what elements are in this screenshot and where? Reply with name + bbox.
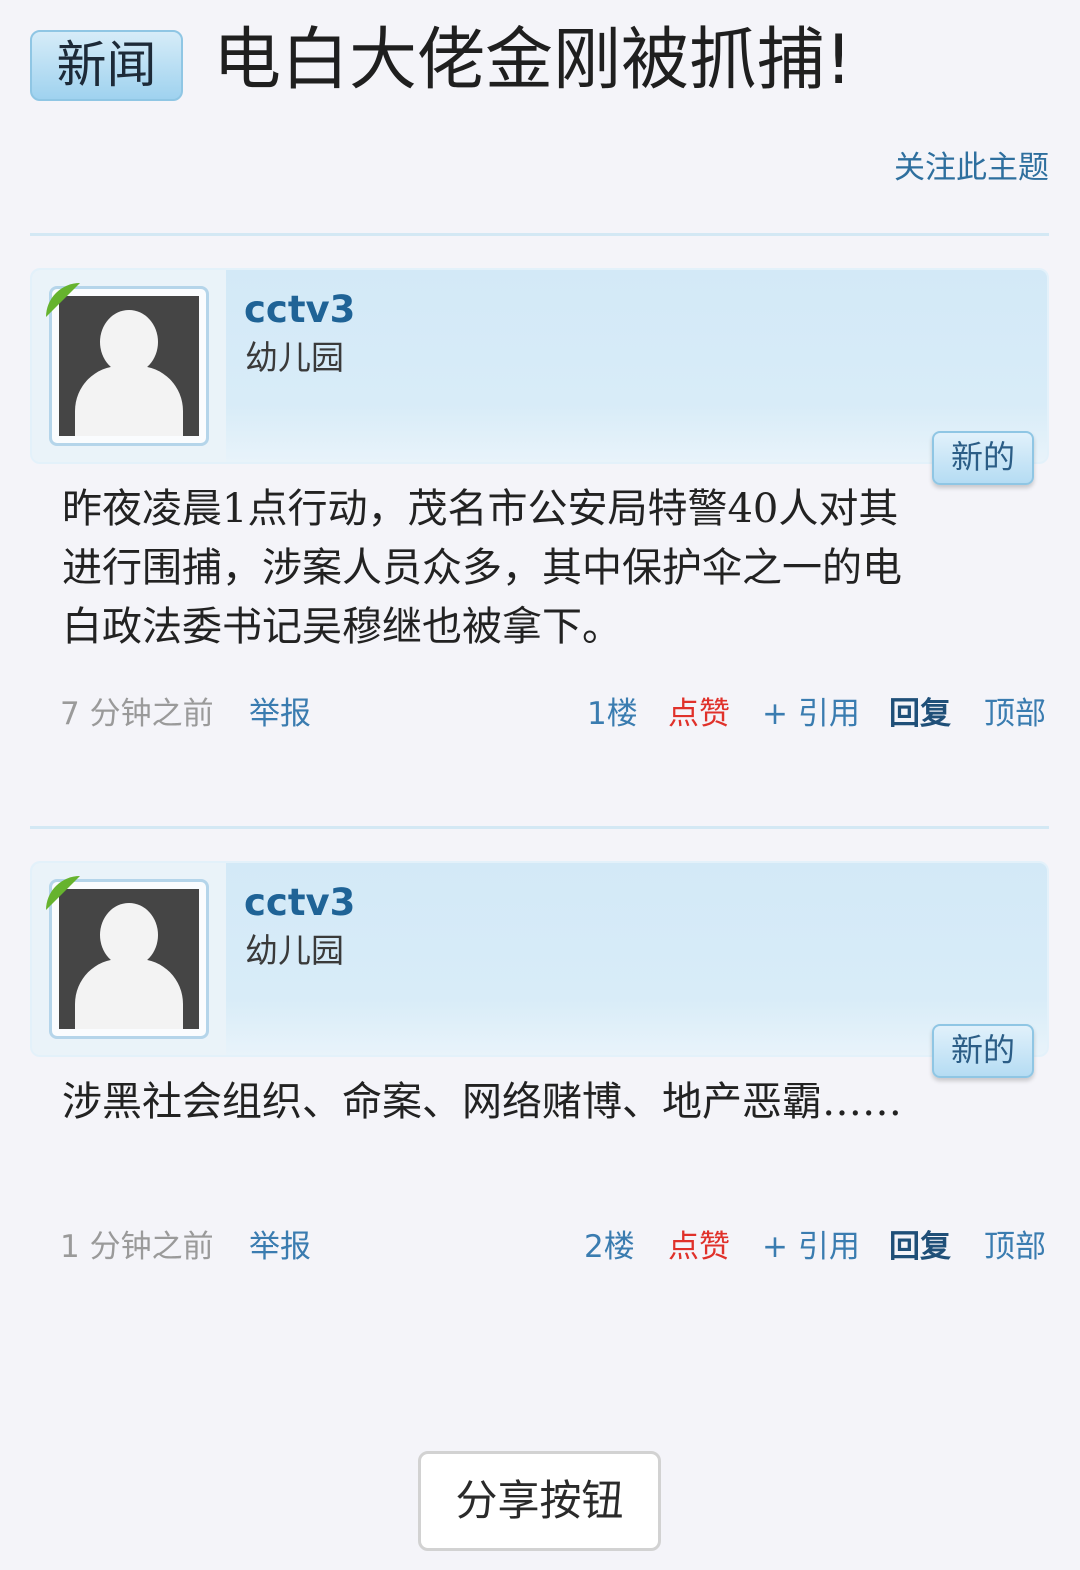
- thread-page: 新闻 电白大佬金刚被抓捕! 关注此主题 cctv3 幼儿园 新的 昨夜凌晨1点行…: [0, 0, 1080, 1570]
- avatar-cell: [32, 863, 226, 1055]
- thread-title: 电白大佬金刚被抓捕!: [213, 21, 853, 100]
- divider: [30, 826, 1049, 829]
- category-tag[interactable]: 新闻: [30, 30, 183, 101]
- new-post-badge[interactable]: 新的: [932, 431, 1034, 485]
- avatar[interactable]: [49, 879, 209, 1039]
- default-user-icon: [75, 366, 183, 436]
- username-link[interactable]: cctv3: [244, 288, 355, 332]
- avatar[interactable]: [49, 286, 209, 446]
- post: cctv3 幼儿园 新的 涉黑社会组织、命案、网络赌博、地产恶霸…… 1 分钟之…: [30, 861, 1049, 1271]
- user-group: 幼儿园: [245, 931, 344, 970]
- post-time: 1 分钟之前: [60, 1229, 214, 1265]
- post-header: cctv3 幼儿园: [30, 861, 1049, 1057]
- like-button[interactable]: 点赞: [668, 1225, 730, 1269]
- floor-number-link[interactable]: 2楼: [584, 1225, 635, 1269]
- follow-thread-link[interactable]: 关注此主题: [894, 146, 1049, 190]
- username-link[interactable]: cctv3: [244, 881, 355, 925]
- quote-button[interactable]: + 引用: [762, 692, 860, 736]
- avatar-cell: [32, 270, 226, 462]
- post: cctv3 幼儿园 新的 昨夜凌晨1点行动，茂名市公安局特警40人对其进行围捕，…: [30, 268, 1049, 738]
- reply-button[interactable]: 回复: [889, 1225, 951, 1269]
- default-user-head-icon: [100, 310, 158, 374]
- floor-number-link[interactable]: 1楼: [587, 692, 638, 736]
- report-link[interactable]: 举报: [249, 1225, 311, 1269]
- user-group: 幼儿园: [245, 338, 344, 377]
- like-button[interactable]: 点赞: [668, 692, 730, 736]
- back-to-top-link[interactable]: 顶部: [984, 692, 1046, 736]
- report-link[interactable]: 举报: [249, 692, 311, 736]
- thread-header: 新闻 电白大佬金刚被抓捕!: [30, 18, 1050, 108]
- post-header: cctv3 幼儿园: [30, 268, 1049, 464]
- new-post-badge[interactable]: 新的: [932, 1024, 1034, 1078]
- quote-button[interactable]: + 引用: [762, 1225, 860, 1269]
- share-button[interactable]: 分享按钮: [418, 1451, 661, 1551]
- post-time: 7 分钟之前: [60, 696, 214, 732]
- post-body: 昨夜凌晨1点行动，茂名市公安局特警40人对其进行围捕，涉案人员众多，其中保护伞之…: [62, 486, 902, 650]
- default-user-head-icon: [100, 903, 158, 967]
- reply-button[interactable]: 回复: [889, 692, 951, 736]
- default-user-icon: [75, 959, 183, 1029]
- divider: [30, 233, 1049, 236]
- back-to-top-link[interactable]: 顶部: [984, 1225, 1046, 1269]
- post-body: 涉黑社会组织、命案、网络赌博、地产恶霸……: [62, 1079, 902, 1125]
- post-footer: 1 分钟之前 举报 2楼 点赞 + 引用 回复 顶部: [60, 1225, 1046, 1269]
- post-footer: 7 分钟之前 举报 1楼 点赞 + 引用 回复 顶部: [60, 692, 1046, 736]
